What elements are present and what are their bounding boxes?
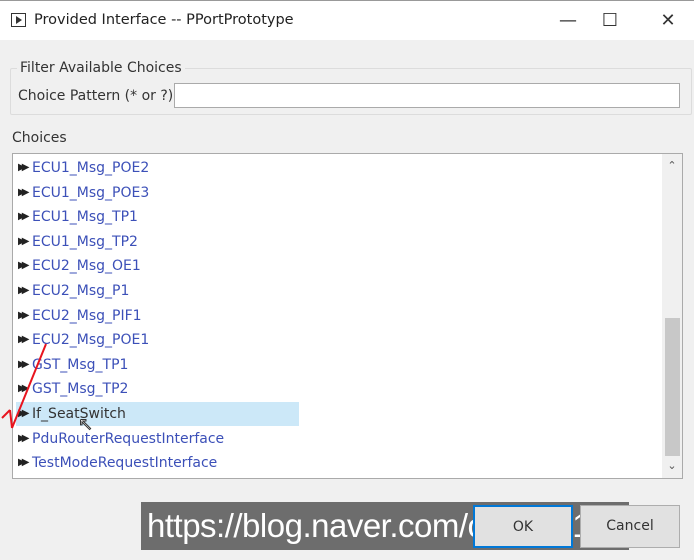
interface-icon: ▶▶	[18, 285, 30, 296]
choice-item[interactable]: ▶▶ ECU1_Msg_TP2	[16, 230, 299, 254]
app-icon	[11, 13, 26, 27]
choice-item-label: ECU1_Msg_TP2	[32, 233, 138, 250]
choices-label: Choices	[12, 130, 67, 146]
interface-icon: ▶▶	[18, 432, 30, 444]
choice-item[interactable]: ▶▶ ECU2_Msg_PIF1	[16, 304, 299, 328]
mouse-cursor-icon: ↖	[77, 414, 94, 436]
choice-item[interactable]: ▶▶ GST_Msg_TP1	[16, 353, 299, 377]
choice-pattern-label: Choice Pattern (* or ?)	[18, 88, 174, 104]
choice-item[interactable]: ▶▶ ECU2_Msg_POE1	[16, 328, 299, 352]
choice-item-label: ECU1_Msg_POE2	[32, 160, 150, 176]
red-checkmark-annotation	[1, 343, 47, 429]
interface-icon: ▶▶	[18, 260, 30, 272]
choice-item[interactable]: ▶▶ PduRouterRequestInterface	[16, 427, 299, 451]
interface-icon: ▶▶	[18, 186, 30, 198]
interface-icon: ▶▶	[18, 235, 30, 247]
title-bar: Provided Interface -- PPortPrototype — ☐…	[0, 0, 694, 40]
interface-icon: ▶▶	[18, 162, 30, 173]
scroll-down-icon[interactable]: ⌄	[662, 456, 682, 476]
choice-item-label: ECU2_Msg_PIF1	[32, 307, 142, 324]
choice-item-label: ECU2_Msg_P1	[32, 283, 130, 299]
cancel-button[interactable]: Cancel	[580, 505, 680, 548]
choice-item-label: ECU2_Msg_OE1	[32, 258, 141, 275]
vertical-scrollbar[interactable]: ⌃ ⌄	[662, 154, 682, 478]
window-title: Provided Interface -- PPortPrototype	[34, 12, 294, 28]
close-button[interactable]: ✕	[648, 7, 688, 35]
interface-icon: ▶▶	[18, 457, 30, 469]
choice-item[interactable]: ▶▶ ECU1_Msg_POE3	[16, 181, 299, 205]
choice-item-label: ECU1_Msg_TP1	[32, 209, 138, 226]
choice-item[interactable]: ▶▶ ECU2_Msg_OE1	[16, 254, 299, 278]
minimize-button[interactable]: —	[548, 7, 588, 35]
choice-item[interactable]: ▶▶ GST_Msg_TP2	[16, 377, 299, 401]
scrollbar-thumb[interactable]	[665, 318, 680, 456]
scroll-up-icon[interactable]: ⌃	[662, 156, 682, 176]
choice-item[interactable]: ▶▶ ECU2_Msg_P1	[16, 279, 299, 303]
choice-item[interactable]: ▶▶ TestModeRequestInterface	[16, 451, 299, 475]
choice-item[interactable]: ▶▶ ECU1_Msg_TP1	[16, 205, 299, 229]
choice-item-label: PduRouterRequestInterface	[32, 430, 225, 447]
choice-item[interactable]: ▶▶ ECU1_Msg_POE2	[16, 156, 299, 180]
choice-item[interactable]: ▶▶ If_SeatSwitch	[16, 402, 299, 426]
maximize-button[interactable]: ☐	[590, 7, 630, 35]
interface-icon: ▶▶	[18, 211, 30, 223]
choices-list[interactable]: ⌃ ⌄ ▶▶ ECU1_Msg_POE2 ▶▶ ECU1_Msg_POE3 ▶▶ ECU1…	[12, 153, 683, 479]
choice-pattern-input[interactable]	[174, 83, 680, 108]
ok-button[interactable]: OK	[473, 505, 573, 548]
choice-item-label: ECU1_Msg_POE3	[32, 184, 150, 201]
filter-group-label: Filter Available Choices	[17, 60, 185, 76]
choice-item-label: TestModeRequestInterface	[32, 455, 218, 472]
interface-icon: ▶▶	[18, 309, 30, 321]
